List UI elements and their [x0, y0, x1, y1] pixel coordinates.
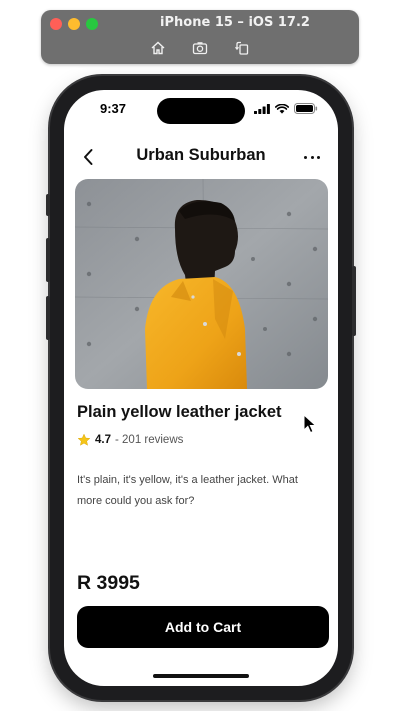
status-time: 9:37	[100, 101, 127, 116]
mouse-cursor-icon	[303, 414, 317, 434]
simulator-toolbar: iPhone 15 – iOS 17.2	[41, 10, 359, 64]
star-icon	[77, 433, 91, 446]
add-to-cart-button[interactable]: Add to Cart	[77, 606, 329, 648]
action-button	[46, 194, 50, 216]
volume-down-button	[46, 296, 50, 340]
home-icon[interactable]	[148, 40, 168, 56]
status-icons	[254, 103, 318, 114]
product-price: R 3995	[77, 572, 140, 594]
screenshot-icon[interactable]	[190, 40, 210, 56]
power-button	[352, 266, 356, 336]
product-image	[75, 179, 328, 389]
battery-icon	[294, 103, 318, 114]
signal-icon	[254, 103, 270, 114]
rotate-icon[interactable]	[232, 40, 252, 56]
rating-row: 4.7 - 201 reviews	[77, 433, 183, 447]
simulator-title: iPhone 15 – iOS 17.2	[160, 15, 310, 30]
product-name: Plain yellow leather jacket	[77, 403, 282, 421]
close-window-button[interactable]	[50, 18, 62, 30]
iphone-frame: 9:37 Urban Suburban Plain yellow leather…	[46, 76, 356, 700]
zoom-window-button[interactable]	[86, 18, 98, 30]
minimize-window-button[interactable]	[68, 18, 80, 30]
wifi-icon	[275, 103, 289, 114]
chevron-left-icon[interactable]	[76, 144, 102, 170]
store-title: Urban Suburban	[136, 146, 266, 164]
dynamic-island	[157, 98, 245, 124]
review-count[interactable]: - 201 reviews	[115, 434, 183, 446]
volume-up-button	[46, 238, 50, 282]
rating-value: 4.7	[95, 434, 111, 446]
ellipsis-icon[interactable]	[298, 144, 326, 170]
app-screen: 9:37 Urban Suburban Plain yellow leather…	[64, 90, 338, 686]
navigation-bar: Urban Suburban	[64, 142, 338, 172]
product-description: It's plain, it's yellow, it's a leather …	[77, 474, 298, 507]
home-indicator[interactable]	[153, 674, 249, 678]
